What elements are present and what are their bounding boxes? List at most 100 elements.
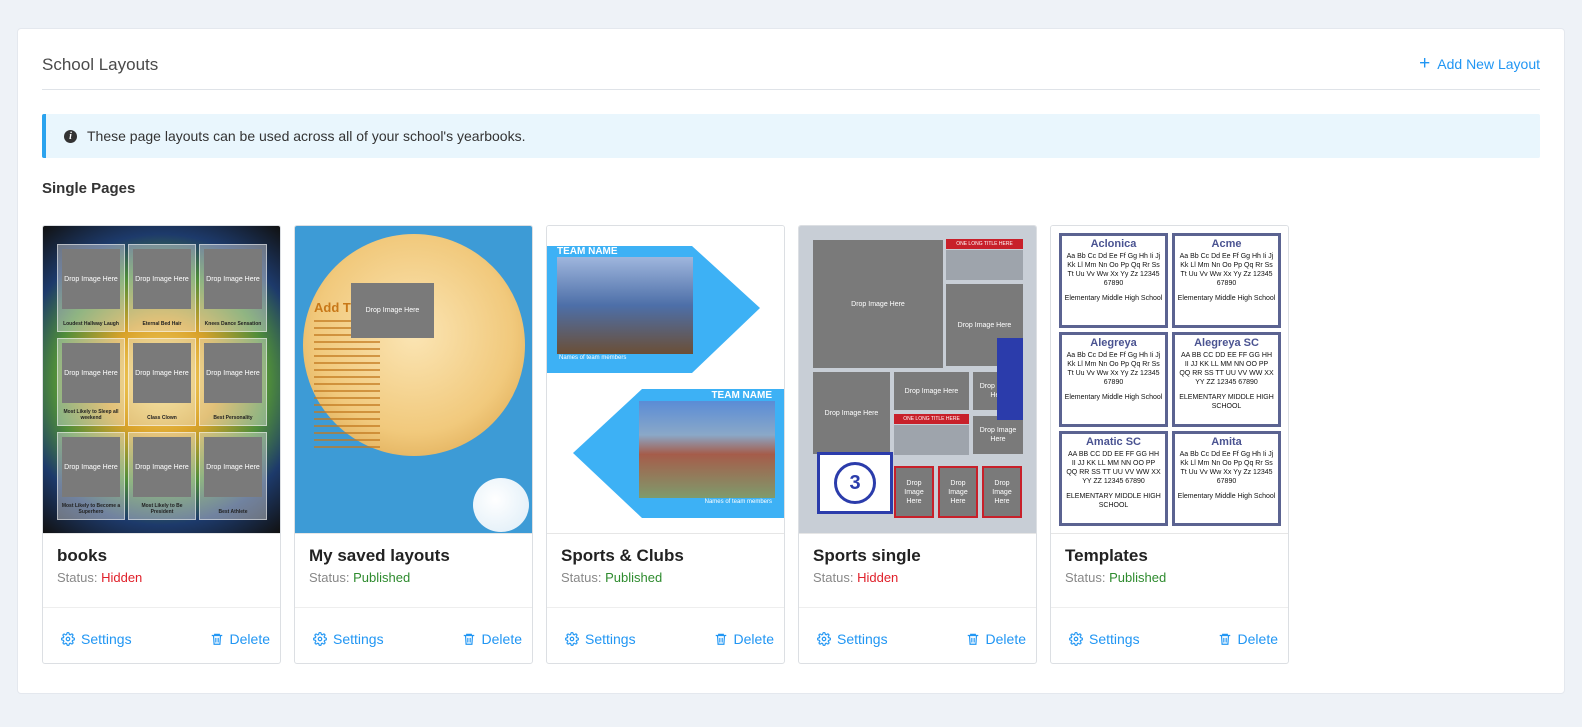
section-title: Single Pages xyxy=(42,180,136,197)
photo-school xyxy=(639,401,775,498)
status-badge: Published xyxy=(353,570,411,585)
font-sample: Alegreya Aa Bb Cc Dd Ee Ff Gg Hh Ii Jj Kk… xyxy=(1059,332,1168,427)
image-tile: Drop Image Here Most Likely to Sleep all … xyxy=(57,338,125,426)
layout-title: books xyxy=(57,546,108,565)
long-title-banner: ONE LONG TITLE HERE xyxy=(946,239,1023,249)
layout-title: Sports single xyxy=(813,546,921,565)
trash-icon xyxy=(211,633,222,645)
layout-heading: Add Ti xyxy=(314,300,355,315)
settings-label: Settings xyxy=(1089,630,1140,647)
drop-zone: Drop Image Here xyxy=(351,283,434,338)
info-banner: i These page layouts can be used across … xyxy=(42,114,1540,158)
drop-zone: Drop Image Here xyxy=(973,416,1023,454)
countdown-number: 3 xyxy=(834,462,876,504)
font-sample: Amita Aa Bb Cc Dd Ee Ff Gg Hh Ii Jj Kk Ll… xyxy=(1172,431,1281,526)
status-badge: Hidden xyxy=(101,570,143,585)
drop-zone: Drop Image Here xyxy=(133,249,191,309)
font-school: ELEMENTARY MIDDLE HIGH SCHOOL xyxy=(1179,394,1274,410)
font-name: Alegreya SC xyxy=(1194,337,1259,349)
layout-title: My saved layouts xyxy=(309,546,450,565)
caption: Most Likely to Become a Superhero xyxy=(61,503,121,515)
layout-thumbnail[interactable]: TEAM NAME TEAM NAME Names of team member… xyxy=(547,226,784,534)
layout-title: Sports & Clubs xyxy=(561,546,684,565)
gear-icon xyxy=(817,631,831,646)
status-badge: Hidden xyxy=(857,570,899,585)
layout-thumbnail[interactable]: Drop Image Here Loudest Hallway Laugh Dro… xyxy=(43,226,280,534)
caption: Loudest Hallway Laugh xyxy=(63,321,119,327)
layout-card: Drop Image Here ONE LONG TITLE HERE Drop… xyxy=(798,225,1037,664)
layout-thumbnail[interactable]: Add Ti Drop Image Here xyxy=(295,226,532,534)
drop-zone: Drop Image Here xyxy=(938,466,978,518)
trash-icon xyxy=(715,633,726,645)
drop-zone: Drop Image Here xyxy=(204,343,262,403)
card-actions: Settings Delete xyxy=(799,607,1036,663)
settings-button[interactable]: Settings xyxy=(313,631,384,647)
school-layouts-panel: School Layouts + Add New Layout i These … xyxy=(17,28,1565,694)
font-sample: Aclonica Aa Bb Cc Dd Ee Ff Gg Hh Ii Jj Kk… xyxy=(1059,233,1168,328)
card-actions: Settings Delete xyxy=(1051,607,1288,663)
font-name: Aclonica xyxy=(1090,238,1137,250)
layout-status: Status: Hidden xyxy=(43,566,280,585)
gear-icon xyxy=(565,631,579,646)
delete-label: Delete xyxy=(1237,630,1278,647)
delete-button[interactable]: Delete xyxy=(462,631,522,647)
font-sample: Amatic SC AA BB CC DD EE FF GG HH II JJ K… xyxy=(1059,431,1168,526)
photo-library xyxy=(557,257,693,354)
image-tile: Drop Image Here Class Clown xyxy=(128,338,196,426)
delete-label: Delete xyxy=(733,630,774,647)
layout-status: Status: Published xyxy=(295,566,532,585)
settings-button[interactable]: Settings xyxy=(1069,631,1140,647)
layout-thumbnail[interactable]: Aclonica Aa Bb Cc Dd Ee Ff Gg Hh Ii Jj Kk… xyxy=(1051,226,1288,534)
drop-zone: Drop Image Here xyxy=(204,437,262,497)
delete-button[interactable]: Delete xyxy=(1218,631,1278,647)
font-sample: Acme Aa Bb Cc Dd Ee Ff Gg Hh Ii Jj Kk Ll … xyxy=(1172,233,1281,328)
layout-status: Status: Published xyxy=(1051,566,1288,585)
font-name: Amita xyxy=(1211,436,1242,448)
settings-label: Settings xyxy=(81,630,132,647)
caption: Knees Dance Sensation xyxy=(204,321,262,327)
caption: Best Athlete xyxy=(218,509,248,515)
font-alphabet: AA BB CC DD EE FF GG HH II JJ KK LL MM N… xyxy=(1179,352,1274,386)
font-alphabet: AA BB CC DD EE FF GG HH II JJ KK LL MM N… xyxy=(1066,451,1161,485)
settings-label: Settings xyxy=(333,630,384,647)
members-top: Names of team members xyxy=(559,355,627,361)
delete-button[interactable]: Delete xyxy=(210,631,270,647)
layout-thumbnail[interactable]: Drop Image Here ONE LONG TITLE HERE Drop… xyxy=(799,226,1036,534)
status-prefix: Status: xyxy=(57,570,98,585)
layout-status: Status: Published xyxy=(547,566,784,585)
drop-zone: Drop Image Here xyxy=(62,343,120,403)
info-text: These page layouts can be used across al… xyxy=(87,128,526,144)
status-badge: Published xyxy=(605,570,663,585)
image-tile: Drop Image Here Best Athlete xyxy=(199,432,267,520)
font-school: Elementary Middle High School xyxy=(1064,295,1163,302)
font-school: Elementary Middle High School xyxy=(1177,295,1276,302)
add-new-layout-button[interactable]: + Add New Layout xyxy=(1419,53,1540,74)
delete-label: Delete xyxy=(985,630,1026,647)
delete-button[interactable]: Delete xyxy=(714,631,774,647)
font-alphabet: Aa Bb Cc Dd Ee Ff Gg Hh Ii Jj Kk Ll Mm N… xyxy=(1066,253,1161,287)
font-school: Elementary Middle High School xyxy=(1064,394,1163,401)
gear-icon xyxy=(313,631,327,646)
settings-label: Settings xyxy=(585,630,636,647)
delete-label: Delete xyxy=(481,630,522,647)
plus-icon: + xyxy=(1419,53,1431,74)
status-prefix: Status: xyxy=(813,570,854,585)
settings-button[interactable]: Settings xyxy=(565,631,636,647)
drop-zone: Drop Image Here xyxy=(894,466,934,518)
font-sample: Alegreya SC AA BB CC DD EE FF GG HH II JJ… xyxy=(1172,332,1281,427)
text-lines xyxy=(314,320,380,452)
image-tile: Drop Image Here Eternal Bed Hair xyxy=(128,244,196,332)
drop-zone: Drop Image Here xyxy=(982,466,1022,518)
caption: Eternal Bed Hair xyxy=(142,321,182,327)
page-title: School Layouts xyxy=(42,55,159,74)
image-tile: Drop Image Here Knees Dance Sensation xyxy=(199,244,267,332)
drop-zone: Drop Image Here xyxy=(133,437,191,497)
card-actions: Settings Delete xyxy=(43,607,280,663)
delete-button[interactable]: Delete xyxy=(966,631,1026,647)
film-strip xyxy=(997,338,1023,420)
text-block xyxy=(894,425,969,455)
settings-button[interactable]: Settings xyxy=(61,631,132,647)
settings-button[interactable]: Settings xyxy=(817,631,888,647)
status-badge: Published xyxy=(1109,570,1167,585)
drop-zone: Drop Image Here xyxy=(813,240,943,368)
